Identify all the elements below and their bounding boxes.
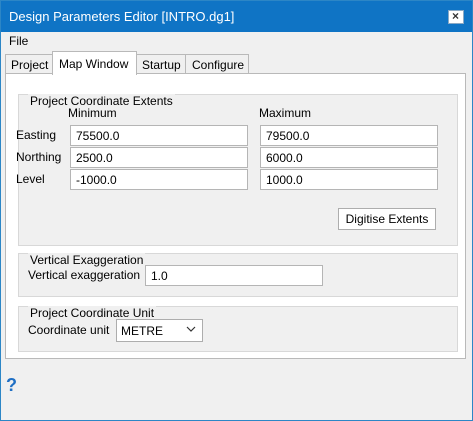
tab-configure-label: Configure — [192, 58, 245, 72]
tab-startup[interactable]: Startup — [136, 54, 186, 73]
help-icon[interactable]: ? — [6, 375, 17, 396]
menu-file[interactable]: File — [9, 34, 28, 48]
coord-extents-panel: Project Coordinate Extents Minimum Maxim… — [16, 94, 458, 246]
easting-max-field[interactable]: 79500.0 — [260, 125, 438, 146]
level-min-field[interactable]: -1000.0 — [70, 169, 248, 190]
tab-map-window-label: Map Window — [59, 57, 129, 71]
close-icon: × — [452, 9, 460, 23]
tab-map-window[interactable]: Map Window — [52, 51, 137, 75]
chevron-down-icon — [186, 326, 196, 332]
northing-label: Northing — [16, 150, 62, 164]
coord-unit-label: Coordinate unit — [28, 323, 110, 337]
coord-unit-panel: Project Coordinate Unit Coordinate unit … — [18, 306, 458, 352]
northing-max-field[interactable]: 6000.0 — [260, 147, 438, 168]
tab-content: Project Coordinate Extents Minimum Maxim… — [5, 73, 466, 359]
title-bar[interactable]: Design Parameters Editor [INTRO.dg1] × — [1, 1, 472, 32]
vertical-exaggeration-panel: Vertical Exaggeration Vertical exaggerat… — [18, 253, 458, 297]
tab-project[interactable]: Project — [5, 54, 53, 73]
level-label: Level — [16, 172, 45, 186]
minimum-label: Minimum — [68, 106, 117, 120]
easting-min-field[interactable]: 75500.0 — [70, 125, 248, 146]
vertical-exaggeration-label: Vertical exaggeration — [28, 268, 141, 282]
tab-project-label: Project — [11, 58, 49, 72]
coord-unit-value: METRE — [121, 324, 163, 338]
maximum-label: Maximum — [259, 106, 312, 120]
northing-min-field[interactable]: 2500.0 — [70, 147, 248, 168]
menu-bar: File — [1, 32, 472, 52]
coord-unit-select[interactable]: METRE — [116, 319, 203, 342]
tab-configure[interactable]: Configure — [185, 54, 249, 73]
vertical-exaggeration-field[interactable]: 1.0 — [145, 265, 323, 286]
vertical-exaggeration-title: Vertical Exaggeration — [28, 253, 146, 267]
main-window: Design Parameters Editor [INTRO.dg1] × F… — [0, 0, 473, 421]
tab-strip: Project Map Window Startup Configure — [1, 51, 472, 75]
easting-label: Easting — [16, 128, 57, 142]
window-title: Design Parameters Editor [INTRO.dg1] — [9, 9, 235, 24]
digitise-extents-button[interactable]: Digitise Extents — [338, 208, 436, 230]
tab-startup-label: Startup — [142, 58, 181, 72]
level-max-field[interactable]: 1000.0 — [260, 169, 438, 190]
coord-unit-title: Project Coordinate Unit — [28, 306, 157, 320]
close-button[interactable]: × — [448, 9, 464, 24]
